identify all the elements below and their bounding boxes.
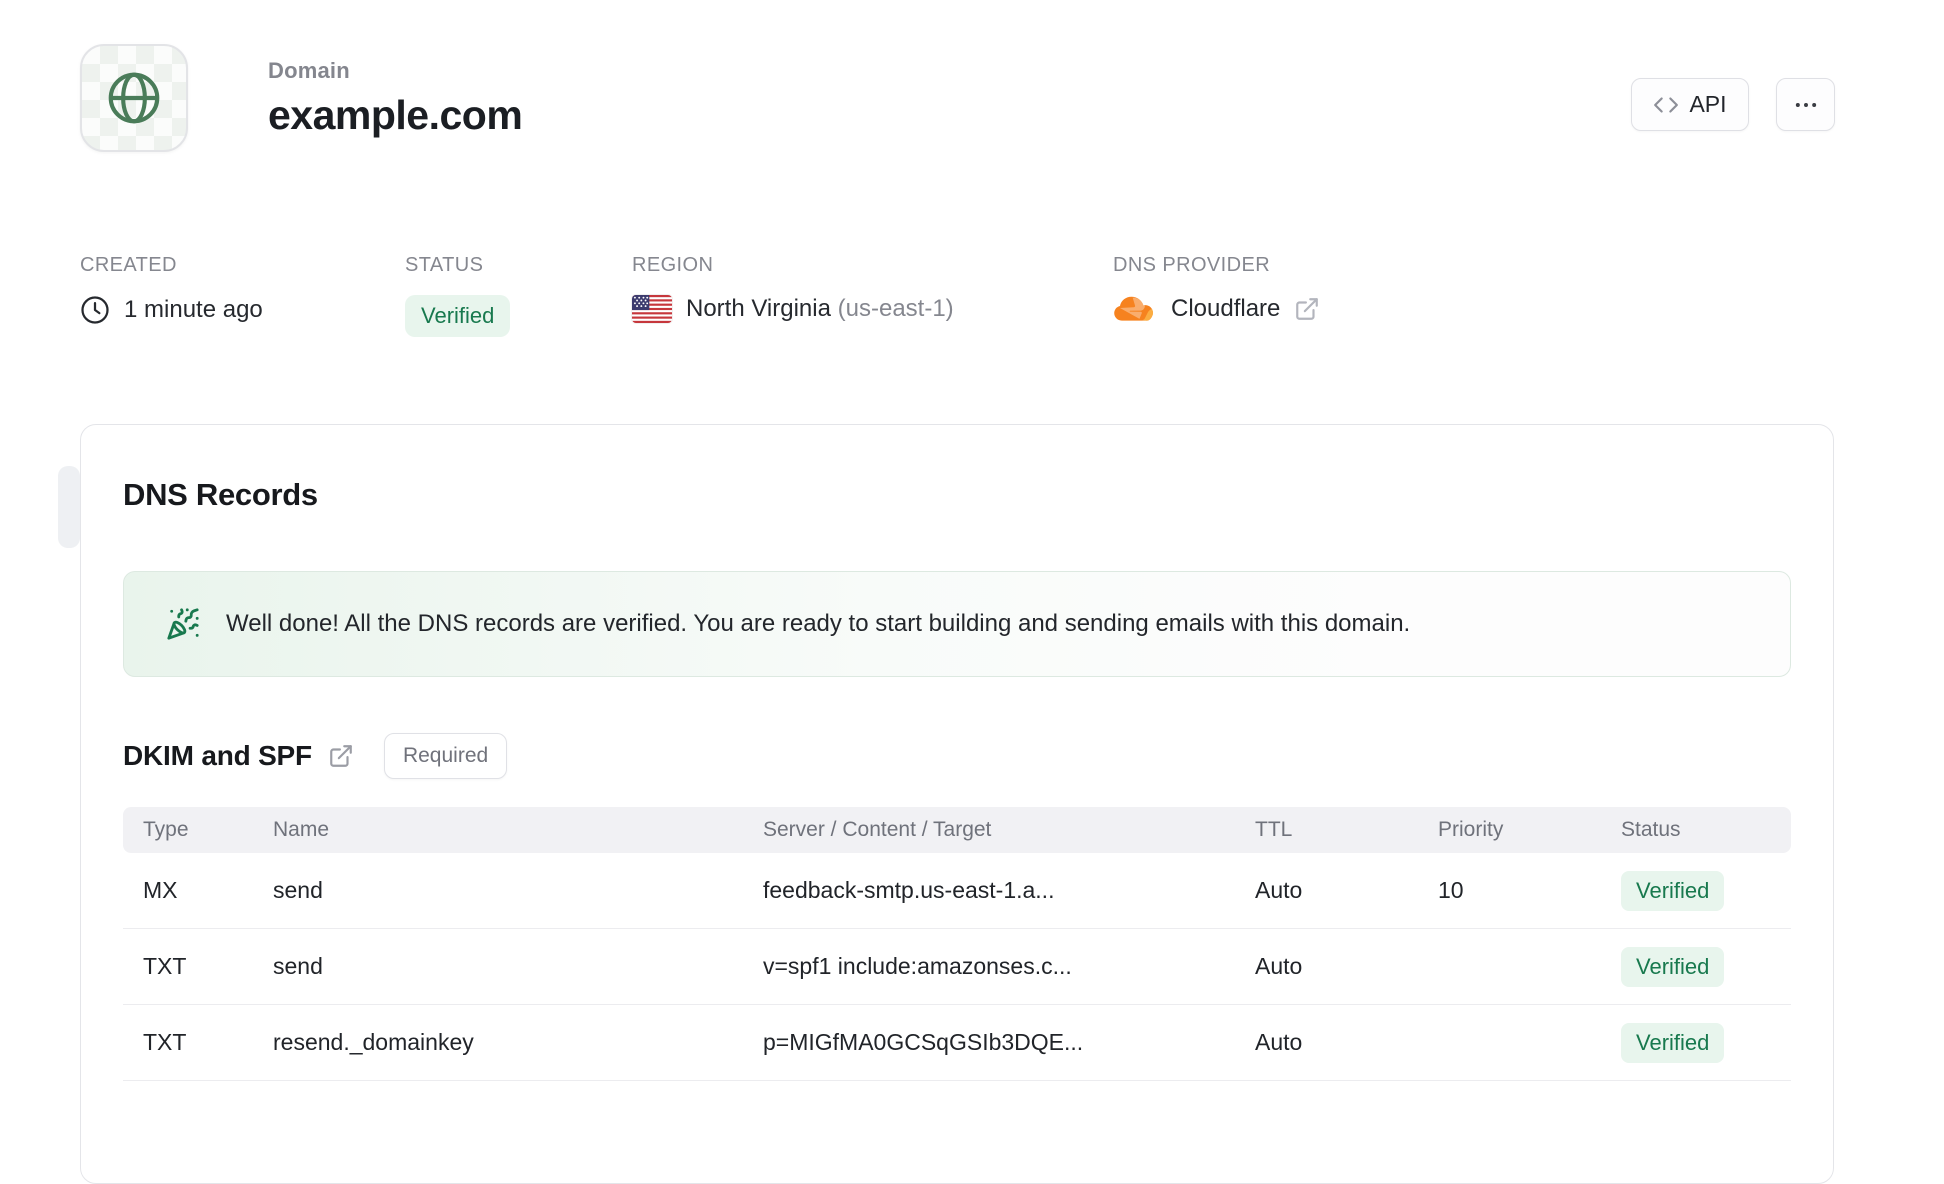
region-code: (us-east-1) xyxy=(837,295,954,322)
meta-created: CREATED 1 minute ago xyxy=(80,254,263,325)
success-banner: Well done! All the DNS records are verif… xyxy=(123,571,1791,677)
cell-name: send xyxy=(273,953,323,979)
card-side-notch xyxy=(58,466,80,548)
cell-ttl: Auto xyxy=(1255,1029,1303,1055)
column-header-status: Status xyxy=(1621,818,1681,841)
party-popper-icon xyxy=(166,607,200,641)
column-header-content: Server / Content / Target xyxy=(763,818,992,841)
cell-type: MX xyxy=(143,877,178,903)
column-header-type: Type xyxy=(143,818,189,841)
us-flag-icon xyxy=(632,295,672,323)
dkim-spf-title: DKIM and SPF xyxy=(123,740,312,771)
cell-ttl: Auto xyxy=(1255,953,1303,979)
cell-content: feedback-smtp.us-east-1.a... xyxy=(763,877,1055,903)
region-label: REGION xyxy=(632,254,714,276)
table-row[interactable]: TXT send v=spf1 include:amazonses.c... A… xyxy=(123,929,1791,1005)
region-value: North Virginia xyxy=(686,295,831,322)
row-status-badge: Verified xyxy=(1621,1022,1725,1063)
column-header-ttl: TTL xyxy=(1255,818,1293,841)
domain-eyebrow-label: Domain xyxy=(268,58,350,83)
cell-type: TXT xyxy=(143,953,187,979)
column-header-name: Name xyxy=(273,818,330,841)
meta-region: REGION North Virginia (us-east-1) xyxy=(632,254,954,323)
row-status-badge: Verified xyxy=(1621,870,1725,911)
external-link-icon[interactable] xyxy=(328,743,354,769)
cell-content: p=MIGfMA0GCSqGSIb3DQE... xyxy=(763,1029,1084,1055)
api-button-label: API xyxy=(1689,91,1727,117)
page-title: example.com xyxy=(268,92,523,138)
code-icon xyxy=(1653,92,1679,118)
ellipsis-icon xyxy=(1792,91,1820,119)
dns-provider-label: DNS PROVIDER xyxy=(1113,254,1271,276)
cell-priority: 10 xyxy=(1438,877,1464,903)
cell-type: TXT xyxy=(143,1029,187,1055)
cell-content: v=spf1 include:amazonses.c... xyxy=(763,953,1072,979)
success-banner-text: Well done! All the DNS records are verif… xyxy=(226,610,1411,637)
row-status-badge: Verified xyxy=(1621,946,1725,987)
meta-status: STATUS Verified xyxy=(405,254,511,337)
column-header-priority: Priority xyxy=(1438,818,1504,841)
more-options-button[interactable] xyxy=(1776,78,1835,131)
status-badge: Verified xyxy=(405,295,511,337)
meta-dns-provider: DNS PROVIDER Cloudflare xyxy=(1113,254,1320,323)
status-label: STATUS xyxy=(405,254,484,276)
table-header-row: Type Name Server / Content / Target TTL … xyxy=(123,807,1791,853)
globe-icon xyxy=(103,67,165,129)
created-label: CREATED xyxy=(80,254,177,276)
table-row[interactable]: MX send feedback-smtp.us-east-1.a... Aut… xyxy=(123,853,1791,929)
domain-avatar xyxy=(80,44,188,152)
dns-records-table: Type Name Server / Content / Target TTL … xyxy=(123,807,1791,1081)
external-link-icon[interactable] xyxy=(1294,296,1320,322)
required-badge: Required xyxy=(383,733,508,779)
api-button[interactable]: API xyxy=(1631,78,1749,131)
cloudflare-icon xyxy=(1113,295,1157,323)
dkim-spf-section-header: DKIM and SPF Required xyxy=(123,733,1791,779)
page-header: Domain example.com API xyxy=(0,0,1944,200)
cell-ttl: Auto xyxy=(1255,877,1303,903)
dns-records-card: DNS Records Well done! All the DNS recor… xyxy=(80,424,1834,1184)
cell-name: send xyxy=(273,877,323,903)
created-value: 1 minute ago xyxy=(124,296,263,323)
clock-icon xyxy=(80,295,110,325)
cell-name: resend._domainkey xyxy=(273,1029,474,1055)
table-row[interactable]: TXT resend._domainkey p=MIGfMA0GCSqGSIb3… xyxy=(123,1005,1791,1081)
dns-records-title: DNS Records xyxy=(123,477,318,512)
dns-provider-value: Cloudflare xyxy=(1171,295,1281,322)
